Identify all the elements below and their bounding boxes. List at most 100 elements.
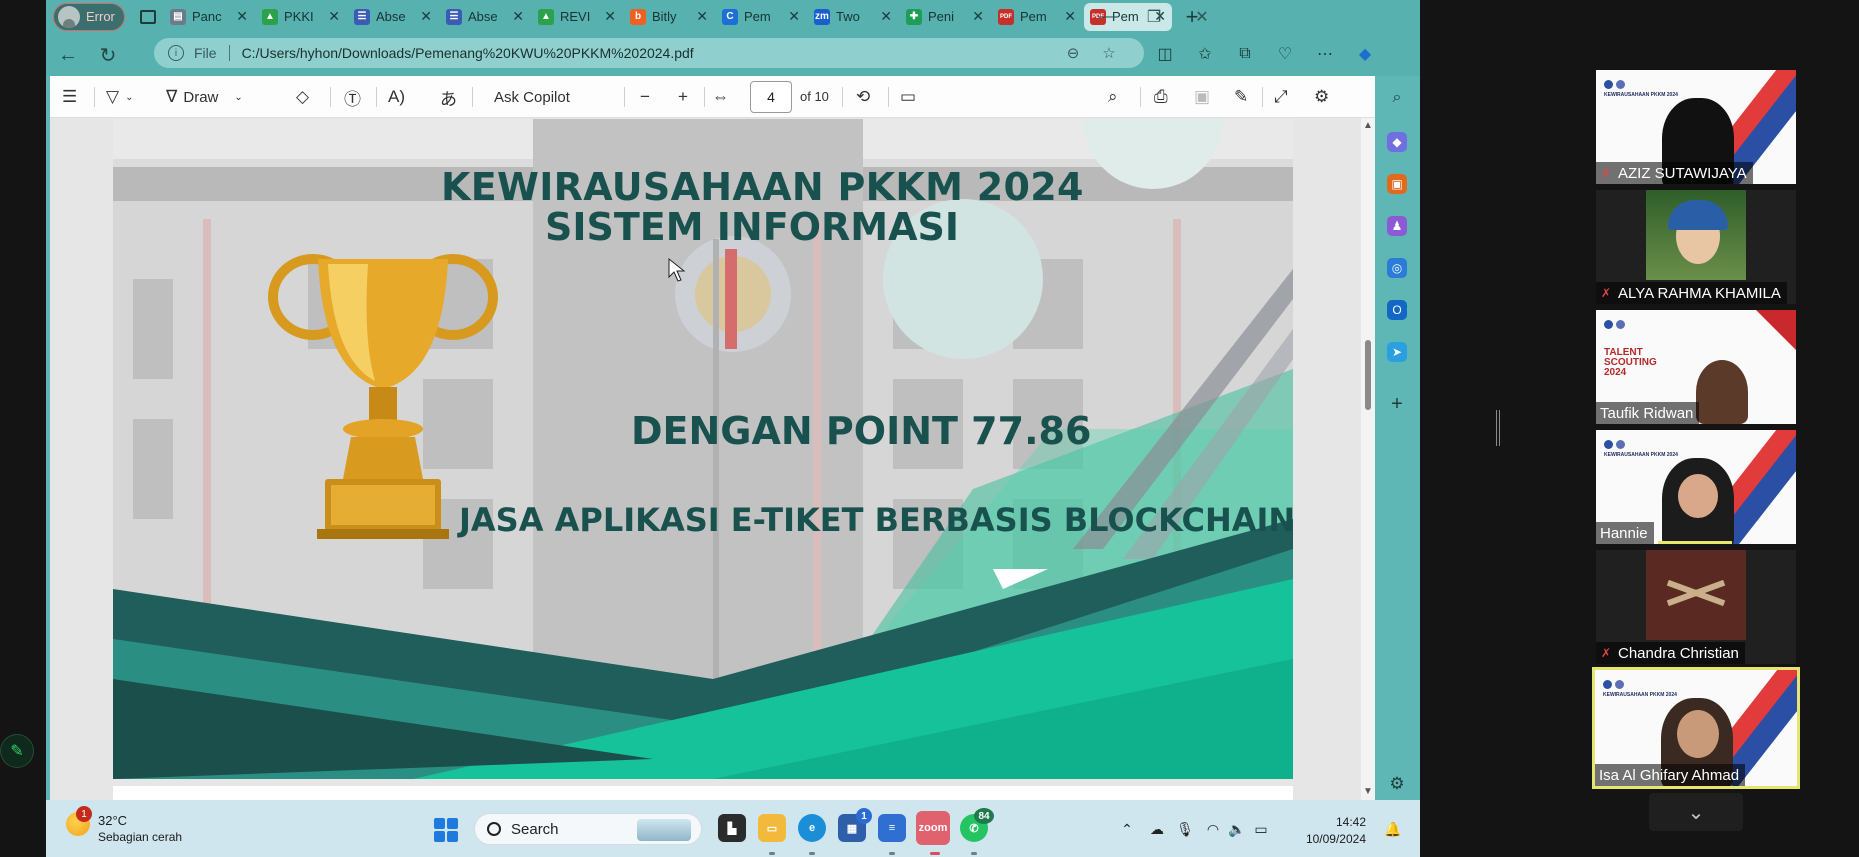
close-tab-icon[interactable]: ✕ xyxy=(972,8,984,25)
browser-tab[interactable]: ☰ Abse ✕ xyxy=(348,3,438,31)
outlook-icon[interactable]: O xyxy=(1387,300,1407,320)
browser-tab[interactable]: zm Two ✕ xyxy=(808,3,898,31)
browser-tab[interactable]: PDF Pem ✕ xyxy=(992,3,1082,31)
page-view-button[interactable]: ▭ xyxy=(900,84,916,110)
contents-button[interactable]: ☰ xyxy=(62,84,77,110)
close-tab-icon[interactable]: ✕ xyxy=(604,8,616,25)
more-menu-icon[interactable]: ⋯ xyxy=(1314,43,1336,65)
windows-start-button[interactable] xyxy=(434,818,458,842)
draw-button[interactable]: ∇ Draw ⌄ xyxy=(166,84,243,110)
copilot-icon[interactable]: ◆ xyxy=(1354,43,1376,65)
close-tab-icon[interactable]: ✕ xyxy=(788,8,800,25)
sidebar-settings-icon[interactable]: ⚙ xyxy=(1387,774,1407,794)
highlight-button[interactable]: ▽ ⌄ xyxy=(106,84,133,110)
tools-icon[interactable]: ▣ xyxy=(1387,174,1407,194)
zoom-out-button[interactable]: − xyxy=(640,84,650,110)
minimize-button[interactable]: — xyxy=(1082,0,1130,33)
save-button[interactable]: ▣ xyxy=(1194,84,1210,110)
close-window-button[interactable]: ✕ xyxy=(1178,0,1226,33)
browser-tab[interactable]: C Pem ✕ xyxy=(716,3,806,31)
save-as-button[interactable]: ✎ xyxy=(1234,84,1248,110)
volume-icon[interactable]: 🔈 xyxy=(1228,820,1246,838)
page-number-input[interactable]: 4 xyxy=(750,81,792,113)
split-screen-icon[interactable]: ◫ xyxy=(1154,43,1176,65)
running-indicator xyxy=(889,852,895,855)
ask-copilot-button[interactable]: Ask Copilot xyxy=(494,84,570,110)
read-aloud-button[interactable]: A) xyxy=(388,84,405,110)
edge-browser-icon[interactable]: e xyxy=(798,814,826,842)
close-tab-icon[interactable]: ✕ xyxy=(420,8,432,25)
weather-widget[interactable]: 1 32°C Sebagian cerah xyxy=(66,806,182,846)
favorites-icon[interactable]: ✩ xyxy=(1194,43,1216,65)
back-button[interactable]: ← xyxy=(50,39,86,71)
shopping-tag-icon[interactable]: ◆ xyxy=(1387,132,1407,152)
games-icon[interactable]: ♟ xyxy=(1387,216,1407,236)
rotate-button[interactable]: ⟲ xyxy=(856,84,870,110)
browser-tab[interactable]: ▲ REVI ✕ xyxy=(532,3,622,31)
scroll-up-icon[interactable]: ▲ xyxy=(1363,120,1373,131)
translate-button[interactable]: あ xyxy=(440,84,457,110)
battery-icon[interactable]: ▭ xyxy=(1252,820,1270,838)
muted-mic-icon: ✗ xyxy=(1600,646,1612,660)
pdf-settings-button[interactable]: ⚙ xyxy=(1314,84,1329,110)
profile-button[interactable]: Error xyxy=(53,2,125,31)
zoom-in-button[interactable]: + xyxy=(678,84,688,110)
annotation-pencil-icon[interactable]: ✎ xyxy=(0,734,34,768)
browser-essentials-icon[interactable]: ♡ xyxy=(1274,43,1296,65)
show-hidden-icons-icon[interactable]: ⌃ xyxy=(1118,820,1136,838)
zoom-out-icon[interactable]: ⊖ xyxy=(1064,44,1082,62)
microsoft-store-icon[interactable]: ▦ 1 xyxy=(838,808,872,842)
microsoft365-icon[interactable]: ◎ xyxy=(1387,258,1407,278)
browser-tab[interactable]: b Bitly ✕ xyxy=(624,3,714,31)
panel-resize-handle[interactable] xyxy=(1496,410,1500,446)
zoom-app-icon[interactable]: zoom xyxy=(916,811,950,845)
browser-tab[interactable]: ☰ Abse ✕ xyxy=(440,3,530,31)
close-tab-icon[interactable]: ✕ xyxy=(236,8,248,25)
cloud-sync-icon[interactable]: ☁ xyxy=(1148,820,1166,838)
scroll-down-icon[interactable]: ▼ xyxy=(1363,786,1373,797)
add-sidebar-app-icon[interactable]: + xyxy=(1387,393,1407,415)
close-tab-icon[interactable]: ✕ xyxy=(1064,8,1076,25)
notifications-bell-icon[interactable]: 🔔 xyxy=(1384,820,1402,838)
erase-button[interactable]: ◇ xyxy=(296,84,309,110)
tab-actions-button[interactable] xyxy=(134,3,162,31)
close-tab-icon[interactable]: ✕ xyxy=(696,8,708,25)
participant-tile[interactable]: KEWIRAUSAHAAN PKKM 2024 Hannie xyxy=(1596,430,1796,544)
wifi-icon[interactable]: ◠ xyxy=(1204,820,1222,838)
notepad-icon[interactable]: ≡ xyxy=(878,814,906,842)
participant-tile[interactable]: ✗ Chandra Christian xyxy=(1596,550,1796,664)
browser-tab[interactable]: ▲ PKKI ✕ xyxy=(256,3,346,31)
search-pdf-button[interactable]: ⌕ xyxy=(1108,84,1118,110)
fullscreen-button[interactable]: ⤢ xyxy=(1274,84,1288,110)
pdf-scrollbar[interactable]: ▲ ▼ xyxy=(1361,118,1375,800)
task-view-icon[interactable]: ▙ xyxy=(718,814,746,842)
send-icon[interactable]: ➤ xyxy=(1387,342,1407,362)
fit-to-width-button[interactable]: ⇔ xyxy=(712,84,729,110)
participant-tile[interactable]: TALENT SCOUTING 2024 Taufik Ridwan xyxy=(1596,310,1796,424)
participant-tile[interactable]: KEWIRAUSAHAAN PKKM 2024 ✗ AZIZ SUTAWIJAYA xyxy=(1596,70,1796,184)
browser-tab[interactable]: ▤ Panc ✕ xyxy=(164,3,254,31)
gallery-next-page-button[interactable]: ⌄ xyxy=(1649,793,1743,831)
sidebar-search-icon[interactable]: ⌕ xyxy=(1387,88,1407,108)
scrollbar-thumb[interactable] xyxy=(1365,340,1371,410)
favorite-star-icon[interactable]: ☆ xyxy=(1100,44,1118,62)
participant-tile[interactable]: KEWIRAUSAHAAN PKKM 2024 Isa Al Ghifary Ah… xyxy=(1592,667,1800,789)
add-text-button[interactable]: Ⓣ xyxy=(344,84,361,110)
microphone-icon[interactable]: 🎙 xyxy=(1176,820,1194,838)
file-explorer-icon[interactable]: ▭ xyxy=(758,814,786,842)
close-tab-icon[interactable]: ✕ xyxy=(880,8,892,25)
speaking-indicator xyxy=(1658,541,1732,544)
info-icon[interactable]: i xyxy=(168,45,184,61)
print-button[interactable]: ⎙ xyxy=(1154,84,1168,110)
browser-tab[interactable]: ✚ Peni ✕ xyxy=(900,3,990,31)
participant-tile[interactable]: ✗ ALYA RAHMA KHAMILA xyxy=(1596,190,1796,304)
restore-button[interactable]: ❐ xyxy=(1130,0,1178,33)
refresh-button[interactable]: ↻ xyxy=(90,39,126,71)
whatsapp-icon[interactable]: ✆ 84 xyxy=(960,808,994,842)
taskbar-search-box[interactable]: Search xyxy=(474,813,702,845)
clock[interactable]: 14:42 10/09/2024 xyxy=(1296,814,1366,848)
close-tab-icon[interactable]: ✕ xyxy=(328,8,340,25)
address-bar[interactable]: i File C:/Users/hyhon/Downloads/Pemenang… xyxy=(154,38,1144,68)
collections-icon[interactable]: ⧉ xyxy=(1234,43,1256,65)
close-tab-icon[interactable]: ✕ xyxy=(512,8,524,25)
